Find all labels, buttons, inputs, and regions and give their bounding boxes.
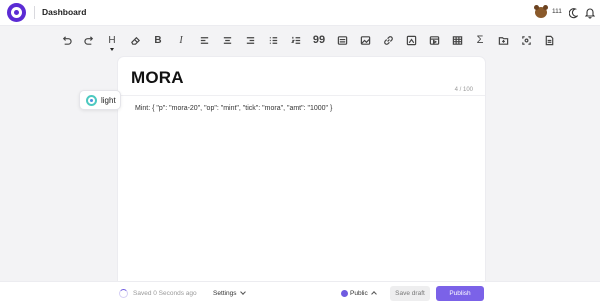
- italic-icon[interactable]: I: [174, 33, 188, 47]
- editor-card: MORA 4 / 100 Mint: { "p": "mora-20", "op…: [118, 57, 485, 304]
- page-title: Dashboard: [42, 7, 87, 17]
- align-right-icon[interactable]: [243, 33, 257, 47]
- settings-dropdown[interactable]: Settings: [213, 289, 246, 297]
- table-icon[interactable]: [450, 33, 464, 47]
- chevron-up-icon: [370, 291, 377, 297]
- top-bar: Dashboard 111: [0, 0, 600, 26]
- divider: [118, 95, 485, 96]
- link-icon[interactable]: [381, 33, 395, 47]
- post-title-input[interactable]: MORA: [131, 68, 184, 88]
- save-draft-button[interactable]: Save draft: [390, 286, 430, 301]
- document-icon[interactable]: [542, 33, 556, 47]
- video-icon[interactable]: [427, 33, 441, 47]
- bottom-bar: Saved 0 Seconds ago Settings Public Save…: [0, 281, 600, 304]
- theme-chip-label: light: [101, 96, 116, 105]
- heading-icon[interactable]: H: [105, 33, 119, 51]
- editor-body[interactable]: Mint: { "p": "mora-20", "op": "mint", "t…: [135, 105, 332, 112]
- folder-icon[interactable]: [496, 33, 510, 47]
- code-block-icon[interactable]: [335, 33, 349, 47]
- logo-icon[interactable]: [7, 3, 26, 22]
- align-center-icon[interactable]: [220, 33, 234, 47]
- moon-icon[interactable]: [568, 6, 579, 19]
- screenshot-icon[interactable]: [519, 33, 533, 47]
- visibility-label: Public: [350, 290, 368, 297]
- theme-chip[interactable]: light: [79, 90, 121, 110]
- theme-icon: [86, 95, 97, 106]
- settings-label: Settings: [213, 290, 237, 297]
- bell-icon[interactable]: [584, 6, 596, 19]
- publish-button[interactable]: Publish: [436, 286, 484, 301]
- align-left-icon[interactable]: [197, 33, 211, 47]
- image-icon[interactable]: [358, 33, 372, 47]
- embed-icon[interactable]: [404, 33, 418, 47]
- sigma-icon[interactable]: Σ: [473, 33, 487, 47]
- bold-icon[interactable]: B: [151, 33, 165, 47]
- ordered-list-icon[interactable]: [289, 33, 303, 47]
- divider: [34, 6, 35, 19]
- bear-avatar-icon[interactable]: [534, 5, 548, 18]
- redo-icon[interactable]: [82, 33, 96, 47]
- visibility-dropdown[interactable]: Public: [350, 290, 377, 297]
- title-char-counter: 4 / 100: [454, 87, 473, 93]
- undo-icon[interactable]: [59, 33, 73, 47]
- eraser-icon[interactable]: [128, 33, 142, 47]
- globe-icon: [341, 290, 348, 297]
- save-status: Saved 0 Seconds ago: [133, 290, 197, 297]
- chevron-down-icon: [239, 289, 246, 295]
- points-count: 111: [552, 8, 562, 15]
- saving-spinner-icon: [119, 289, 128, 298]
- bullet-list-icon[interactable]: [266, 33, 280, 47]
- quote-icon[interactable]: 99: [312, 33, 326, 47]
